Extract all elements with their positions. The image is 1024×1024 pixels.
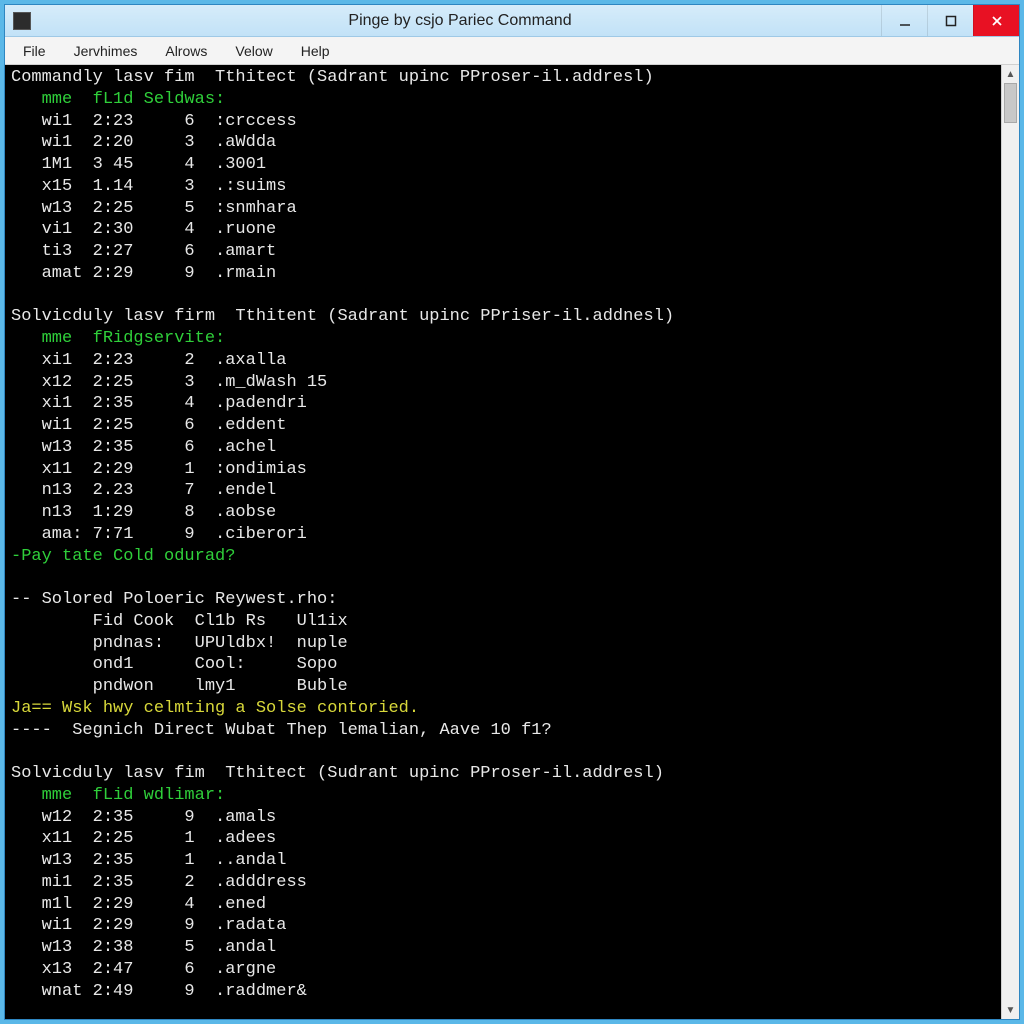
- titlebar: Pinge by csjo Pariec Command: [5, 5, 1019, 37]
- scroll-down-button[interactable]: ▼: [1002, 1001, 1019, 1019]
- minimize-button[interactable]: [881, 5, 927, 36]
- scroll-up-button[interactable]: ▲: [1002, 65, 1019, 83]
- menu-help[interactable]: Help: [287, 37, 344, 64]
- terminal-output[interactable]: Commandly lasv fim Tthitect (Sadrant upi…: [5, 65, 1001, 1019]
- app-icon: [13, 12, 31, 30]
- maximize-button[interactable]: [927, 5, 973, 36]
- window-title: Pinge by csjo Pariec Command: [39, 12, 881, 30]
- menu-alrows[interactable]: Alrows: [151, 37, 221, 64]
- window-controls: [881, 5, 1019, 36]
- close-button[interactable]: [973, 5, 1019, 36]
- menu-file[interactable]: File: [9, 37, 60, 64]
- app-window: Pinge by csjo Pariec Command File Jervhi…: [4, 4, 1020, 1020]
- menu-jervhimes[interactable]: Jervhimes: [60, 37, 152, 64]
- menu-velow[interactable]: Velow: [221, 37, 286, 64]
- menubar: File Jervhimes Alrows Velow Help: [5, 37, 1019, 65]
- vertical-scrollbar[interactable]: ▲ ▼: [1001, 65, 1019, 1019]
- content-area: Commandly lasv fim Tthitect (Sadrant upi…: [5, 65, 1019, 1019]
- scroll-thumb[interactable]: [1004, 83, 1017, 123]
